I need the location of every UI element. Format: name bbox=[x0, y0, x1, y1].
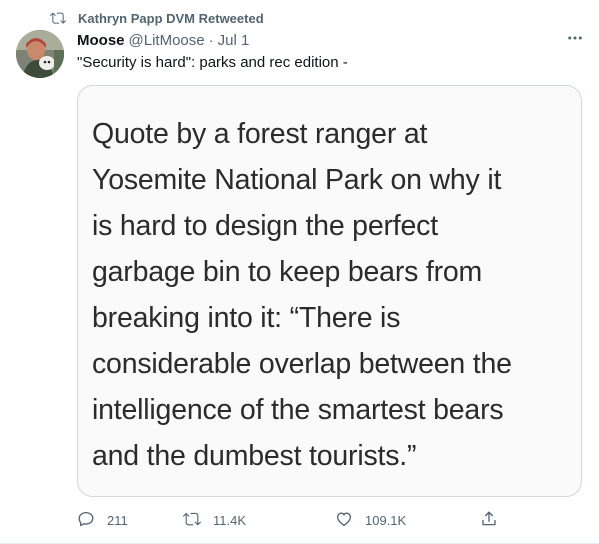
like-count: 109.1K bbox=[365, 512, 407, 528]
share-button[interactable] bbox=[480, 508, 498, 532]
retweet-icon bbox=[50, 10, 66, 26]
avatar[interactable] bbox=[16, 30, 64, 78]
retweet-count: 11.4K bbox=[213, 512, 247, 528]
media-text-line: garbage bin to keep bears from bbox=[92, 256, 483, 288]
author-handle[interactable]: @LitMoose bbox=[129, 32, 205, 49]
retweet-context: Kathryn Papp DVM Retweeted bbox=[50, 8, 264, 28]
share-icon bbox=[480, 510, 498, 531]
tweet-date[interactable]: Jul 1 bbox=[218, 32, 250, 49]
like-button[interactable]: 109.1K bbox=[335, 508, 406, 532]
tweet-card[interactable]: Kathryn Papp DVM Retweeted Moose @LitMoo… bbox=[0, 0, 599, 544]
tweet-header: Moose @LitMoose · Jul 1 bbox=[77, 30, 583, 50]
tweet-actions: 211 11.4K 109.1K bbox=[77, 508, 582, 532]
retweet-icon bbox=[183, 510, 201, 531]
more-icon bbox=[566, 29, 584, 52]
retweet-context-label[interactable]: Kathryn Papp DVM Retweeted bbox=[78, 11, 264, 26]
author-name[interactable]: Moose bbox=[77, 32, 125, 49]
media-text-line: intelligence of the smartest bears bbox=[92, 394, 504, 426]
reply-icon bbox=[77, 510, 95, 531]
reply-count: 211 bbox=[107, 512, 128, 528]
media-text-line: Yosemite National Park on why it bbox=[92, 164, 502, 196]
media-text-line: and the dumbest tourists.” bbox=[92, 440, 417, 472]
separator-dot: · bbox=[208, 31, 214, 49]
media-text-line: Quote by a forest ranger at bbox=[92, 118, 428, 150]
reply-button[interactable]: 211 bbox=[77, 508, 128, 532]
heart-icon bbox=[335, 510, 353, 531]
tweet-text: "Security is hard": parks and rec editio… bbox=[77, 54, 348, 71]
retweet-button[interactable]: 11.4K bbox=[183, 508, 246, 532]
tweet-media-image[interactable]: Quote by a forest ranger at Yosemite Nat… bbox=[77, 85, 582, 497]
media-quote-text: Quote by a forest ranger at Yosemite Nat… bbox=[92, 111, 577, 479]
media-text-line: is hard to design the perfect bbox=[92, 210, 438, 242]
media-text-line: breaking into it: “There is bbox=[92, 302, 401, 334]
more-options-button[interactable] bbox=[565, 30, 585, 50]
media-text-line: considerable overlap between the bbox=[92, 348, 512, 380]
